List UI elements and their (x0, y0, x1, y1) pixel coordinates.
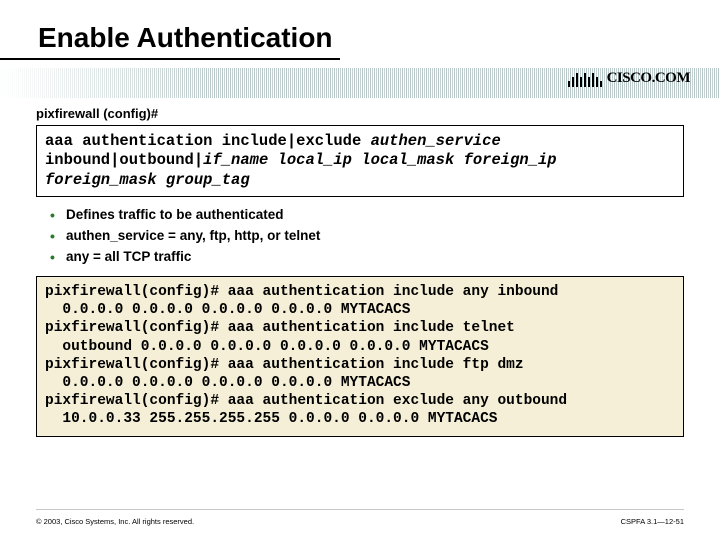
cisco-logo: CISCO.COM (567, 70, 690, 87)
syntax-arg: foreign_mask group_tag (45, 171, 250, 189)
slide: Enable Authentication CISCO.COM pixfirew… (0, 0, 720, 540)
bullet-item: authen_service = any, ftp, http, or teln… (50, 228, 684, 243)
syntax-box: aaa authentication include|exclude authe… (36, 125, 684, 197)
bullet-list: Defines traffic to be authenticated auth… (50, 207, 684, 264)
page-title: Enable Authentication (0, 0, 340, 60)
config-prompt: pixfirewall (config)# (36, 106, 684, 121)
logo-text: CISCO.COM (607, 70, 690, 86)
bullet-item: Defines traffic to be authenticated (50, 207, 684, 222)
syntax-line-2: inbound|outbound|if_name local_ip local_… (45, 151, 675, 170)
bullet-item: any = all TCP traffic (50, 249, 684, 264)
syntax-line-3: foreign_mask group_tag (45, 171, 675, 190)
syntax-arg: if_name local_ip local_mask foreign_ip (203, 151, 556, 169)
cisco-bars-icon (567, 70, 603, 87)
header-band: CISCO.COM (0, 68, 720, 102)
example-box: pixfirewall(config)# aaa authentication … (36, 276, 684, 437)
syntax-line-1: aaa authentication include|exclude authe… (45, 132, 675, 151)
syntax-cmd: inbound|outbound| (45, 151, 203, 169)
title-wrap: Enable Authentication (0, 0, 720, 60)
slide-number: CSPFA 3.1—12-51 (621, 517, 684, 526)
footer-divider (36, 509, 684, 510)
syntax-cmd: aaa authentication include|exclude (45, 132, 371, 150)
syntax-arg: authen_service (371, 132, 501, 150)
footer: © 2003, Cisco Systems, Inc. All rights r… (0, 517, 720, 526)
copyright: © 2003, Cisco Systems, Inc. All rights r… (36, 517, 194, 526)
content-area: pixfirewall (config)# aaa authentication… (0, 106, 720, 437)
